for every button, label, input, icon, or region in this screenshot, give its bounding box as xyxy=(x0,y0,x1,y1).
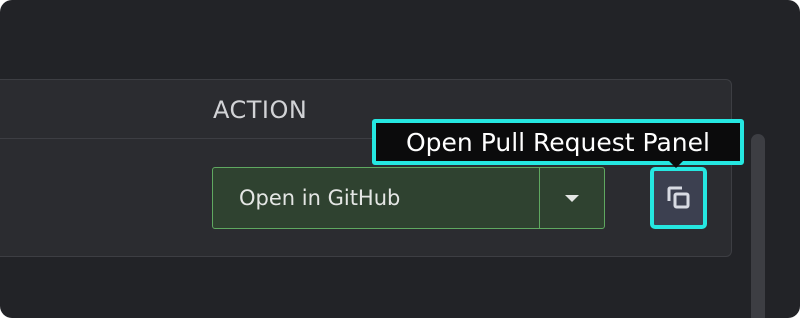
scrollbar[interactable] xyxy=(751,134,765,318)
copy-icon xyxy=(667,186,689,209)
dropdown-toggle-button[interactable] xyxy=(540,168,604,228)
app-frame: ACTION Open in GitHub Open Pull Request … xyxy=(0,0,800,318)
open-in-github-split-button: Open in GitHub xyxy=(212,167,605,229)
column-header-action: ACTION xyxy=(213,96,308,124)
tooltip-arrow xyxy=(668,160,684,168)
open-pull-request-panel-button[interactable] xyxy=(650,167,707,229)
tooltip: Open Pull Request Panel xyxy=(372,119,744,165)
open-in-github-button[interactable]: Open in GitHub xyxy=(213,168,539,228)
chevron-down-icon xyxy=(565,194,579,202)
